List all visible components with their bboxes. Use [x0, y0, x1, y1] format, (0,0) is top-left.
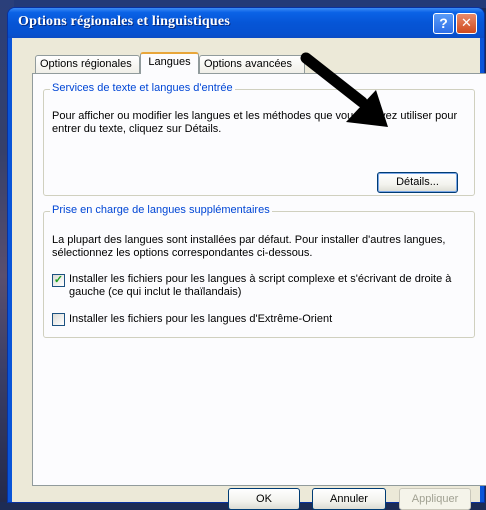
text-services-title: Services de texte et langues d'entrée — [50, 82, 235, 94]
details-button[interactable]: Détails... — [377, 172, 458, 193]
apply-button[interactable]: Appliquer — [399, 488, 471, 510]
text-services-description: Pour afficher ou modifier les langues et… — [52, 110, 458, 135]
ok-button[interactable]: OK — [228, 488, 300, 510]
dialog-window: Options régionales et linguistiques ? ✕ … — [8, 8, 486, 510]
tab-languages[interactable]: Langues — [140, 52, 199, 74]
checkmark-icon: ✓ — [53, 274, 64, 286]
dialog-body: Options régionales Langues Options avanc… — [12, 38, 486, 510]
close-icon: ✕ — [461, 16, 472, 31]
east-asian-label[interactable]: Installer les fichiers pour les langues … — [69, 313, 459, 326]
supplemental-languages-group: Prise en charge de langues supplémentair… — [43, 204, 475, 338]
tab-panel-languages: Services de texte et langues d'entrée Po… — [32, 73, 486, 486]
supplemental-description: La plupart des langues sont installées p… — [52, 234, 446, 259]
desktop-background-top — [0, 0, 486, 8]
window-title: Options régionales et linguistiques — [18, 14, 230, 29]
cancel-button[interactable]: Annuler — [312, 488, 386, 510]
title-bar[interactable]: Options régionales et linguistiques ? ✕ — [8, 8, 484, 38]
annotation-arrow-icon — [300, 52, 388, 127]
tab-regional-options[interactable]: Options régionales — [35, 55, 140, 73]
east-asian-checkbox[interactable] — [52, 313, 65, 326]
complex-script-label[interactable]: Installer les fichiers pour les langues … — [69, 273, 459, 299]
help-button[interactable]: ? — [433, 13, 454, 34]
close-button[interactable]: ✕ — [456, 13, 477, 34]
supplemental-languages-title: Prise en charge de langues supplémentair… — [50, 204, 272, 216]
tab-advanced-options[interactable]: Options avancées — [199, 55, 305, 73]
complex-script-checkbox[interactable]: ✓ — [52, 274, 65, 287]
